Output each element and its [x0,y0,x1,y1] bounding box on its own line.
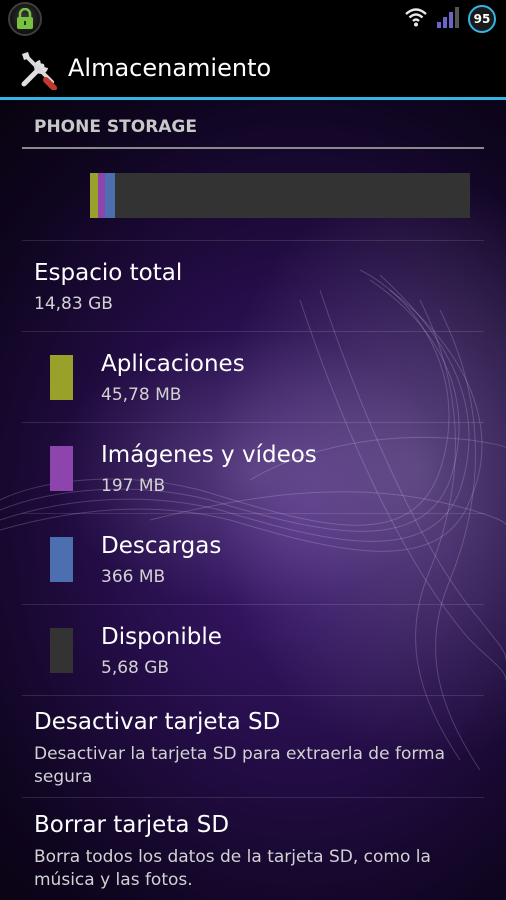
battery-level: 95 [473,12,491,26]
row-divider [22,797,484,798]
total-space-title: Espacio total [34,260,183,286]
section-header-phone-storage: PHONE STORAGE [34,117,198,137]
usage-segment-descargas [105,173,115,218]
legend-swatch-imagenes [50,446,73,491]
status-bar: 95 [0,0,506,38]
tools-icon[interactable] [18,50,58,91]
row-divider [22,604,484,605]
category-value: 366 MB [101,567,166,587]
row-divider [22,513,484,514]
category-title: Disponible [101,624,222,650]
usage-segment-imagenes [97,173,106,218]
category-value: 197 MB [101,476,166,496]
category-value: 45,78 MB [101,385,182,405]
unmount-sd-title[interactable]: Desactivar tarjeta SD [34,709,280,735]
usage-segment-aplicaciones [90,173,98,218]
wifi-icon [404,7,428,31]
total-space-value: 14,83 GB [34,294,113,314]
category-title: Aplicaciones [101,351,245,377]
row-divider [22,240,484,241]
row-divider [22,331,484,332]
battery-icon: 95 [468,5,496,33]
storage-usage-bar [90,173,470,218]
legend-swatch-descargas [50,537,73,582]
signal-icon [436,6,460,32]
row-divider [22,422,484,423]
action-bar: Almacenamiento [0,38,506,100]
legend-swatch-disponible [50,628,73,673]
unmount-sd-summary: Desactivar la tarjeta SD para extraerla … [34,744,446,787]
category-title: Descargas [101,533,222,559]
category-value: 5,68 GB [101,658,170,678]
row-divider [22,695,484,696]
legend-swatch-aplicaciones [50,355,73,400]
erase-sd-summary: Borra todos los datos de la tarjeta SD, … [34,847,431,890]
lock-icon [8,2,42,36]
erase-sd-title[interactable]: Borrar tarjeta SD [34,812,229,838]
section-divider [22,147,484,149]
category-title: Imágenes y vídeos [101,442,317,468]
page-title: Almacenamiento [68,54,272,82]
